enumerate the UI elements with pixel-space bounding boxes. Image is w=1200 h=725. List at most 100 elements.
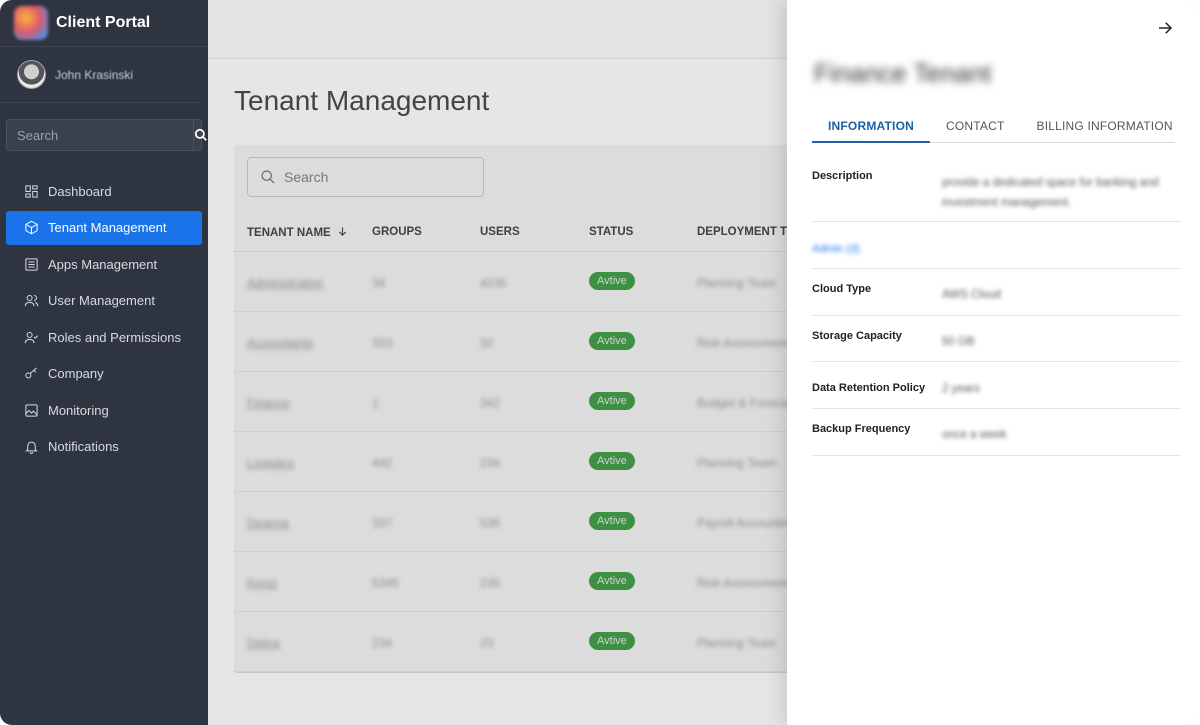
column-header-deployment-type[interactable]: DEPLOYMENT TY: [697, 226, 795, 238]
column-header-groups[interactable]: GROUPS: [372, 226, 422, 238]
cell-deployment-type: Planning Team: [697, 276, 777, 290]
column-header-status[interactable]: STATUS: [589, 226, 633, 238]
brand[interactable]: Client Portal: [0, 0, 208, 47]
cell-groups: 337: [372, 516, 393, 530]
cell-deployment-type: Risk Assessment: [697, 576, 789, 590]
user-check-icon: [23, 329, 39, 345]
status-badge: Avtive: [589, 632, 635, 650]
list-icon: [23, 256, 39, 272]
cell-users: 234: [480, 456, 501, 470]
sidebar-item-roles-and-permissions[interactable]: Roles and Permissions: [6, 320, 202, 354]
cell-users: 535: [480, 516, 501, 530]
page-title: Tenant Management: [234, 85, 490, 116]
cell-tenant-name[interactable]: Kenzi: [247, 576, 277, 590]
status-badge: Avtive: [589, 452, 635, 470]
info-row-storage-capacity: Storage Capacity 50 GB: [812, 316, 1181, 362]
info-value: 50 GB: [942, 336, 975, 348]
cell-users: 23: [480, 636, 494, 650]
sidebar: Client Portal John Krasinski Dashboard T…: [0, 0, 208, 725]
cell-groups: 1: [372, 396, 379, 410]
cell-tenant-name[interactable]: Accountants: [247, 336, 313, 350]
app-title: Client Portal: [56, 14, 151, 31]
status-badge: Avtive: [589, 512, 635, 530]
cell-groups: 333: [372, 336, 393, 350]
sidebar-item-label: User Management: [48, 293, 155, 308]
search-icon: [194, 128, 207, 141]
cell-groups: 34: [372, 276, 386, 290]
status-badge: Avtive: [589, 332, 635, 350]
cell-users: 235: [480, 576, 501, 590]
sidebar-item-monitoring[interactable]: Monitoring: [6, 393, 202, 427]
status-badge: Avtive: [589, 392, 635, 410]
cell-groups: 5345: [372, 576, 399, 590]
arrow-right-icon: [1159, 22, 1173, 34]
info-label: Description: [812, 170, 873, 182]
search-placeholder: Search: [284, 169, 329, 185]
cell-tenant-name[interactable]: Debra: [247, 636, 280, 650]
sidebar-item-label: Dashboard: [48, 183, 112, 199]
sidebar-item-label: Monitoring: [48, 402, 109, 418]
sort-arrow-down-icon: [338, 227, 346, 236]
info-row-description: Description provide a dedicated space fo…: [812, 160, 1181, 222]
admin-link[interactable]: Admin (3): [812, 243, 860, 255]
cell-deployment-type: Planning Team: [697, 456, 777, 470]
info-label: Storage Capacity: [812, 330, 902, 342]
image-icon: [23, 402, 39, 418]
cell-users: 342: [480, 396, 501, 410]
sidebar-item-dashboard[interactable]: Dashboard: [6, 174, 202, 208]
column-header-users[interactable]: USERS: [480, 226, 520, 238]
user-profile[interactable]: John Krasinski: [0, 47, 202, 103]
users-icon: [23, 293, 39, 309]
sidebar-item-label: Notifications: [48, 439, 119, 454]
info-value: AWS Cloud: [942, 289, 1002, 301]
sidebar-item-user-management[interactable]: User Management: [6, 284, 202, 318]
sidebar-nav: Dashboard Tenant Management Apps Managem…: [6, 174, 202, 466]
info-label: Data Retention Policy: [812, 382, 926, 394]
status-badge: Avtive: [589, 572, 635, 590]
cell-tenant-name[interactable]: Administration: [247, 276, 323, 290]
sidebar-item-label: Apps Management: [48, 256, 158, 272]
cell-deployment-type: Payroll Accounting: [697, 516, 796, 530]
sidebar-item-company[interactable]: Company: [6, 357, 202, 391]
cell-groups: 442: [372, 456, 393, 470]
info-label: Backup Frequency: [812, 423, 911, 435]
column-label: TENANT NAME: [247, 227, 331, 239]
info-value: provide a dedicated space for banking an…: [942, 177, 1159, 209]
app-logo: [14, 6, 48, 40]
cell-tenant-name[interactable]: Logistics: [247, 456, 294, 470]
cell-tenant-name[interactable]: Finance: [247, 396, 290, 410]
tab-information[interactable]: INFORMATION: [812, 113, 930, 143]
status-badge: Avtive: [589, 272, 635, 290]
app-window: Client Portal John Krasinski Dashboard T…: [0, 0, 1200, 725]
sidebar-search-button[interactable]: [193, 120, 208, 150]
sidebar-item-tenant-management[interactable]: Tenant Management: [6, 210, 202, 245]
column-header-tenant-name[interactable]: TENANT NAME: [247, 226, 348, 239]
info-value: once a week: [942, 429, 1007, 441]
key-icon: [23, 366, 39, 382]
cell-tenant-name[interactable]: Deanna: [247, 516, 289, 530]
tab-contact[interactable]: CONTACT: [930, 113, 1021, 143]
table-search-input[interactable]: Search: [247, 157, 484, 197]
info-label: Cloud Type: [812, 283, 872, 295]
search-icon: [261, 170, 275, 184]
cell-users: 32: [480, 336, 494, 350]
tenant-detail-drawer: Finance Tenant INFORMATION CONTACT BILLI…: [787, 0, 1200, 725]
cell-users: 4235: [480, 276, 507, 290]
close-drawer-button[interactable]: [1154, 17, 1176, 39]
sidebar-item-apps-management[interactable]: Apps Management: [6, 247, 202, 281]
info-row-backup-frequency: Backup Frequency once a week: [812, 409, 1181, 456]
sidebar-item-label: Company: [48, 366, 104, 381]
avatar: [17, 60, 46, 89]
sidebar-search: [6, 119, 207, 151]
drawer-title: Finance Tenant: [814, 58, 992, 88]
sidebar-item-label: Roles and Permissions: [48, 329, 181, 345]
user-name: John Krasinski: [55, 67, 134, 82]
tab-billing-information[interactable]: BILLING INFORMATION: [1020, 113, 1188, 143]
info-row-cloud-type: Cloud Type AWS Cloud: [812, 269, 1181, 316]
sidebar-item-notifications[interactable]: Notifications: [6, 430, 202, 464]
cube-icon: [23, 220, 39, 236]
info-value: 2 years: [942, 383, 980, 395]
sidebar-search-input[interactable]: [7, 120, 193, 150]
dashboard-icon: [23, 183, 39, 199]
info-row-data-retention-policy: Data Retention Policy 2 years: [812, 362, 1181, 409]
